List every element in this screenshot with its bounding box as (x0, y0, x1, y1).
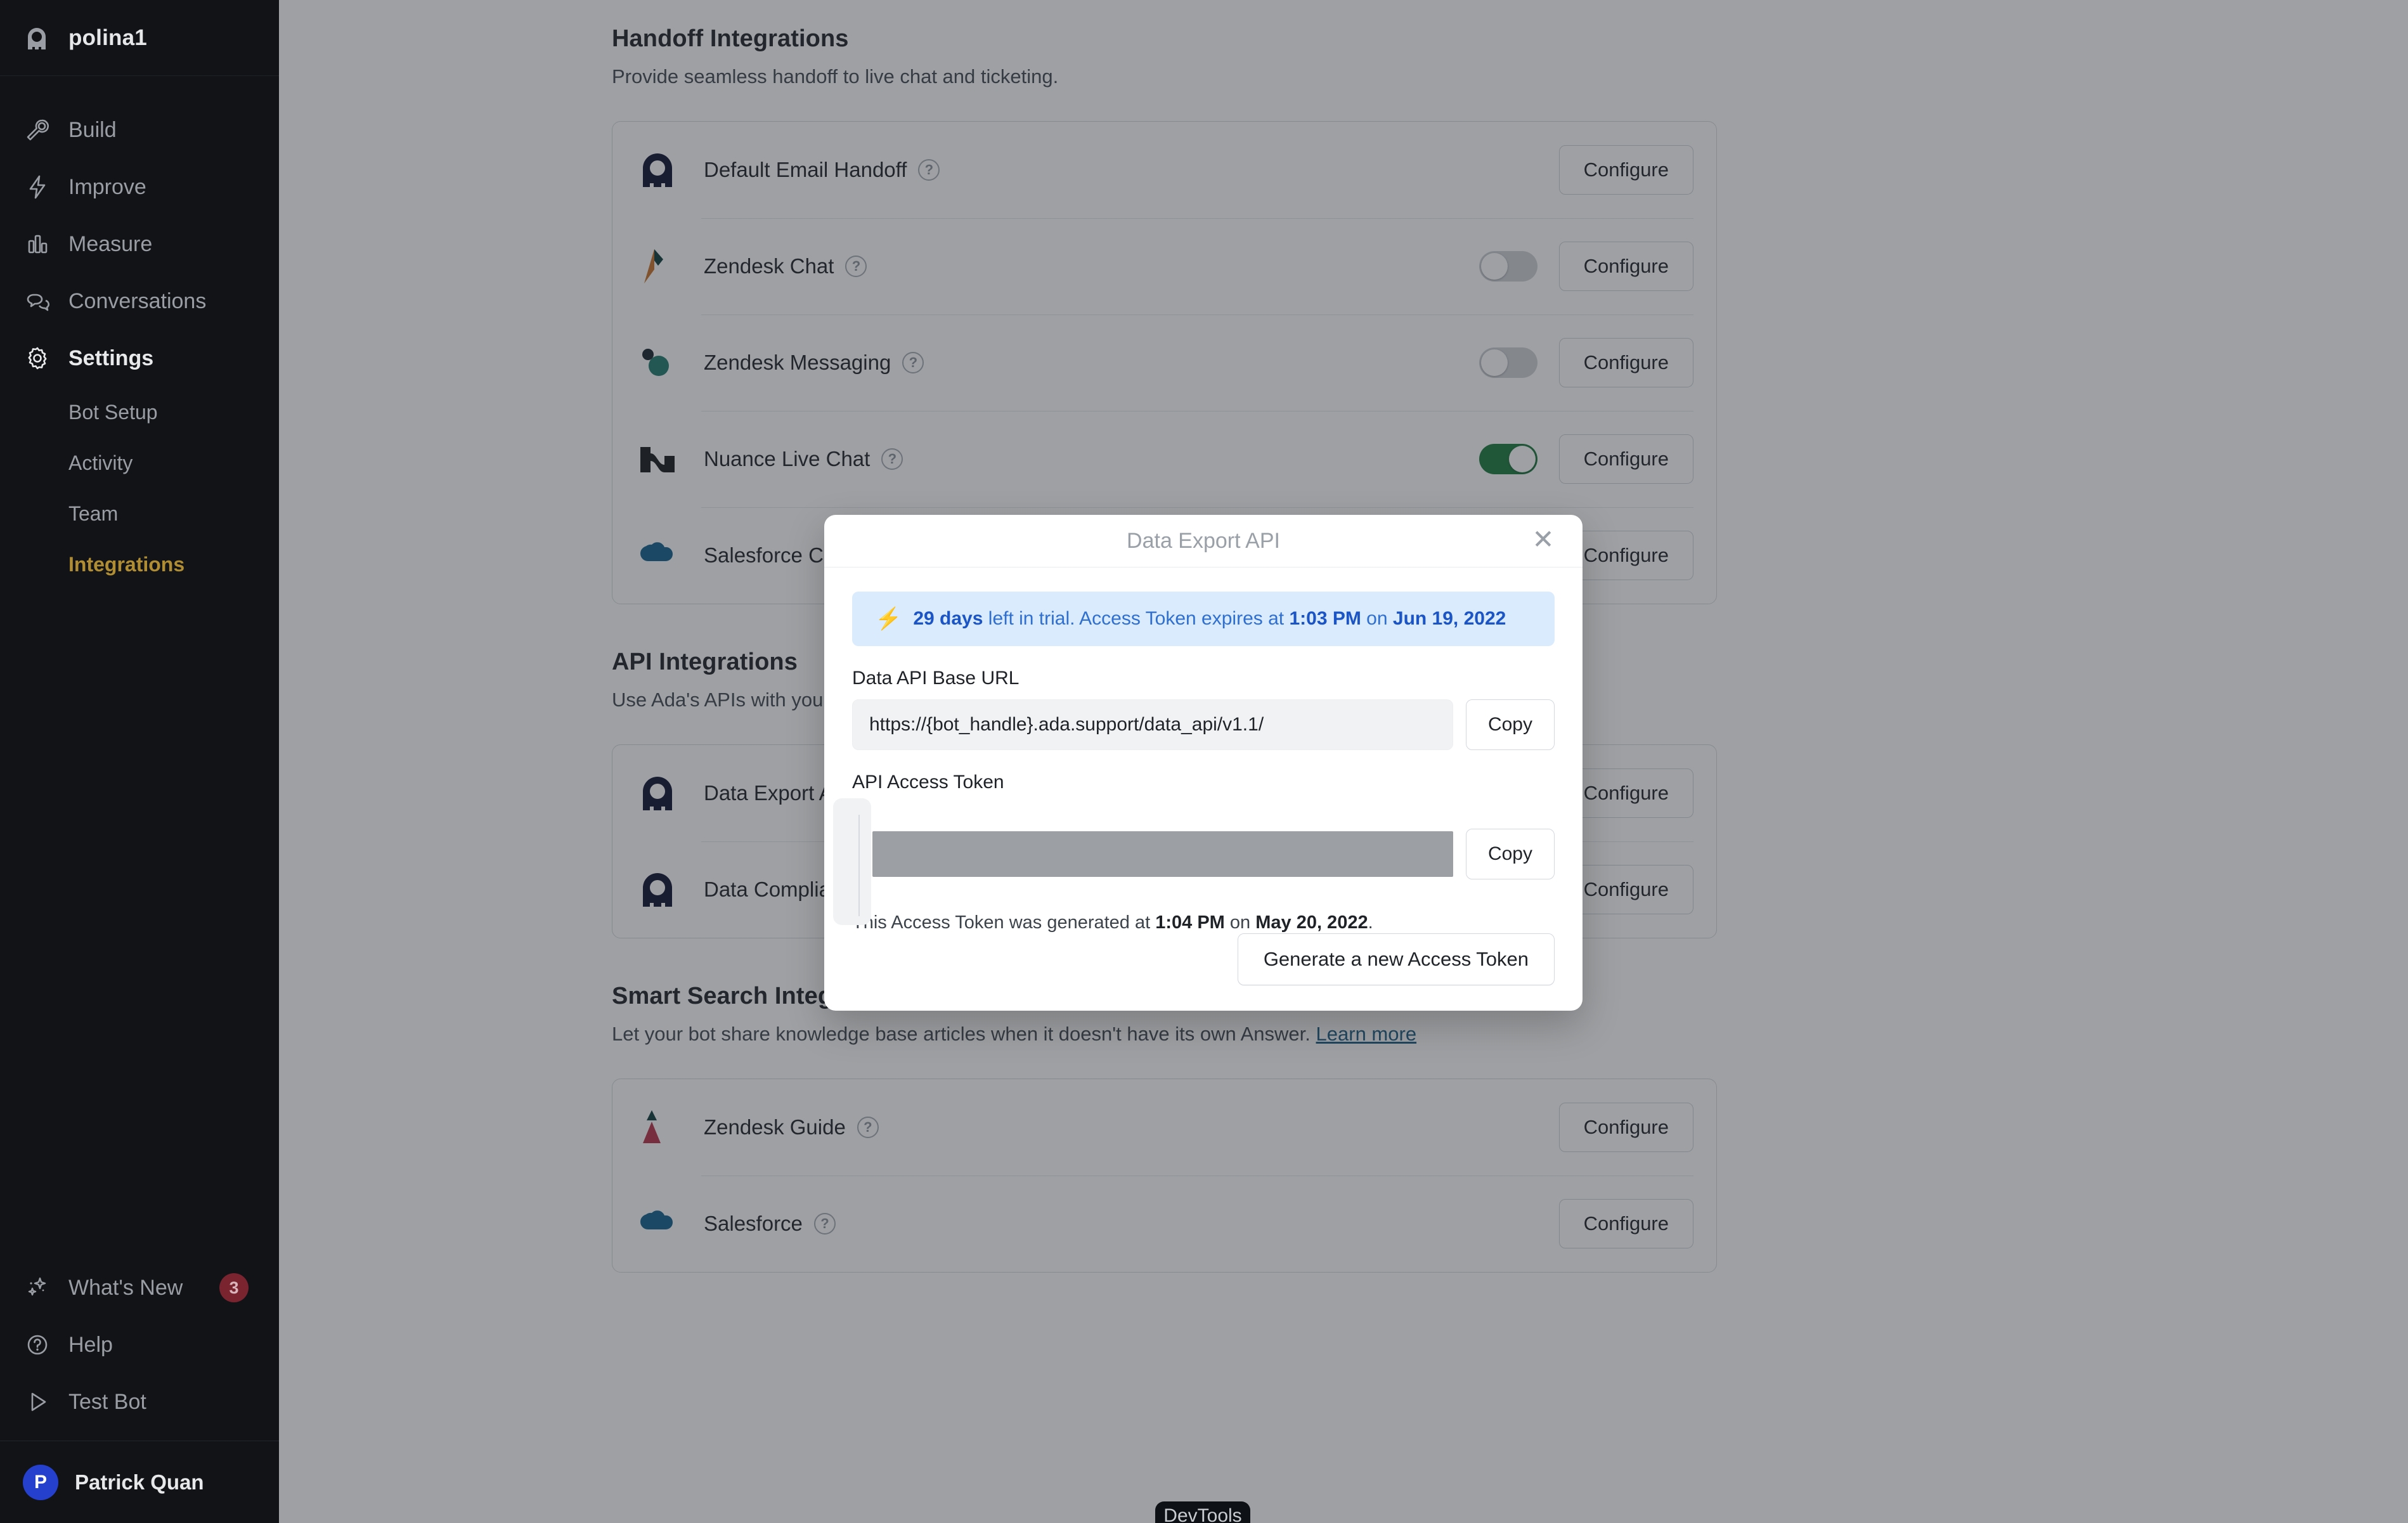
gear-icon (24, 345, 51, 372)
app-root: polina1 Build Improve Measure Conversati… (0, 0, 2408, 1523)
sidebar-subitem-label: Integrations (68, 552, 185, 576)
access-token-label: API Access Token (852, 772, 1004, 793)
sidebar-item-label: Settings (68, 346, 154, 370)
bolt-icon (24, 174, 51, 200)
sidebar-item-settings[interactable]: Settings (0, 330, 279, 387)
sidebar-item-test-bot[interactable]: Test Bot (0, 1373, 279, 1430)
sidebar-item-label: Measure (68, 231, 153, 256)
close-icon[interactable]: ✕ (1528, 526, 1558, 556)
trial-on: on (1361, 608, 1393, 629)
copy-access-token-button[interactable]: Copy (1465, 829, 1555, 879)
sidebar-item-improve[interactable]: Improve (0, 159, 279, 216)
trial-banner-text: 29 days left in trial. Access Token expi… (913, 608, 1506, 630)
access-token-note: This Access Token was generated at 1:04 … (852, 912, 1555, 933)
access-token-masked-input[interactable] (872, 831, 1453, 877)
bolt-icon: ⚡ (875, 607, 902, 631)
modal-body: ⚡ 29 days left in trial. Access Token ex… (824, 567, 1583, 933)
sidebar-nav: Build Improve Measure Conversations Sett… (0, 76, 279, 590)
sidebar-item-label: Test Bot (68, 1389, 146, 1414)
sidebar-item-activity[interactable]: Activity (0, 437, 279, 488)
access-token-wrap: Copy (833, 798, 1555, 925)
sidebar-item-label: Build (68, 117, 117, 142)
modal-title: Data Export API (1127, 528, 1280, 553)
generate-access-token-button[interactable]: Generate a new Access Token (1237, 933, 1555, 985)
sidebar: polina1 Build Improve Measure Conversati… (0, 0, 279, 1523)
sidebar-user-name: Patrick Quan (75, 1470, 204, 1494)
sidebar-item-label: What's New (68, 1275, 183, 1300)
note-on: on (1224, 912, 1256, 933)
play-icon (24, 1389, 51, 1415)
sidebar-item-bot-setup[interactable]: Bot Setup (0, 387, 279, 437)
sidebar-item-help[interactable]: Help (0, 1316, 279, 1373)
sidebar-item-measure[interactable]: Measure (0, 216, 279, 273)
sidebar-subitem-label: Bot Setup (68, 400, 158, 424)
wrench-icon (24, 117, 51, 143)
whats-new-badge: 3 (219, 1273, 249, 1302)
base-url-label: Data API Base URL (852, 668, 1020, 689)
trial-middle: left in trial. Access Token expires at (983, 608, 1290, 629)
ada-logo-icon (23, 24, 51, 52)
note-prefix: This Access Token was generated at (852, 912, 1156, 933)
devtools-pill[interactable]: DevTools (1155, 1501, 1250, 1523)
note-date: May 20, 2022 (1255, 912, 1368, 933)
sidebar-item-conversations[interactable]: Conversations (0, 273, 279, 330)
note-time: 1:04 PM (1155, 912, 1225, 933)
note-suffix: . (1368, 912, 1373, 933)
base-url-input[interactable]: https://{bot_handle}.ada.support/data_ap… (852, 699, 1453, 750)
data-export-api-modal: Data Export API ✕ ⚡ 29 days left in tria… (824, 515, 1583, 1011)
trial-date: Jun 19, 2022 (1392, 608, 1506, 629)
trial-time: 1:03 PM (1289, 608, 1361, 629)
sidebar-item-label: Help (68, 1332, 113, 1357)
sidebar-brand-name: polina1 (68, 25, 147, 50)
sparkles-icon (24, 1274, 51, 1301)
chat-bubbles-icon (24, 288, 51, 314)
trial-banner: ⚡ 29 days left in trial. Access Token ex… (852, 592, 1555, 646)
sidebar-item-build[interactable]: Build (0, 101, 279, 159)
sidebar-brand[interactable]: polina1 (0, 0, 279, 76)
question-circle-icon (24, 1332, 51, 1358)
sidebar-bottom-nav: What's New 3 Help Test Bot (0, 1259, 279, 1441)
sidebar-subitem-label: Team (68, 502, 119, 525)
sidebar-item-team[interactable]: Team (0, 488, 279, 539)
sidebar-subitem-label: Activity (68, 451, 133, 474)
base-url-row: https://{bot_handle}.ada.support/data_ap… (852, 699, 1555, 750)
trial-days: 29 days (913, 608, 983, 629)
sidebar-item-label: Conversations (68, 288, 207, 313)
access-token-row: Copy (852, 803, 1555, 905)
sidebar-user[interactable]: P Patrick Quan (0, 1441, 279, 1523)
copy-base-url-button[interactable]: Copy (1465, 699, 1555, 750)
avatar: P (23, 1464, 58, 1500)
sidebar-item-whats-new[interactable]: What's New 3 (0, 1259, 279, 1316)
bar-chart-icon (24, 231, 51, 257)
modal-header: Data Export API ✕ (824, 515, 1583, 567)
sidebar-item-label: Improve (68, 174, 146, 199)
sidebar-item-integrations[interactable]: Integrations (0, 539, 279, 590)
modal-footer: Generate a new Access Token (824, 933, 1583, 1011)
